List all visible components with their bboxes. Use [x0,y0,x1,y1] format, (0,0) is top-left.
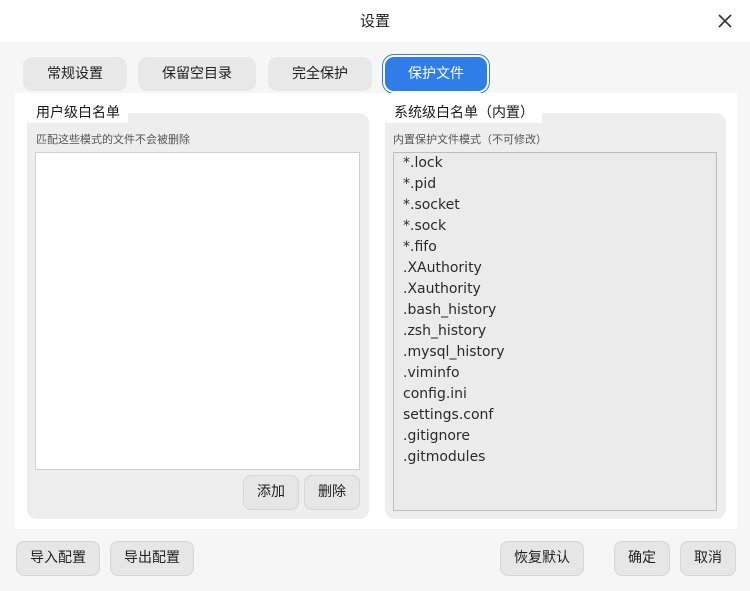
list-item: settings.conf [403,407,494,423]
list-item: .viminfo [403,365,460,381]
list-item: .gitmodules [403,449,486,465]
import-config-button[interactable]: 导入配置 [16,541,100,576]
export-config-button[interactable]: 导出配置 [110,541,194,576]
list-item: *.fifo [403,239,437,255]
list-item: *.socket [403,197,460,213]
system-whitelist-description: 内置保护文件模式（不可修改） [393,133,547,146]
user-whitelist-title: 用户级白名单 [28,103,128,123]
list-item: .zsh_history [403,323,487,339]
system-whitelist-title: 系统级白名单（内置） [386,103,542,123]
close-icon[interactable] [716,12,734,30]
list-item: .bash_history [403,302,497,318]
delete-button[interactable]: 删除 [304,475,360,510]
list-item: .XAuthority [403,260,482,276]
cancel-button[interactable]: 取消 [680,541,736,576]
list-item: *.lock [403,155,443,171]
list-item: *.sock [403,218,447,234]
title-bar: 设置 [0,0,750,42]
tab-general[interactable]: 常规设置 [23,57,127,91]
user-whitelist-list[interactable] [35,152,360,470]
list-item: .gitignore [403,428,470,444]
window-title: 设置 [359,12,390,30]
tab-keep-empty-dirs[interactable]: 保留空目录 [138,57,256,91]
list-item: .mysql_history [403,344,505,360]
settings-dialog: 设置 常规设置 保留空目录 完全保护 保护文件 用户级白名单 匹配这些模式的文件… [0,0,750,591]
restore-defaults-button[interactable]: 恢复默认 [500,541,584,576]
list-item: config.ini [403,386,467,402]
user-whitelist-description: 匹配这些模式的文件不会被删除 [36,133,190,146]
list-item: .Xauthority [403,281,481,297]
ok-button[interactable]: 确定 [614,541,670,576]
list-item: *.pid [403,176,437,192]
system-whitelist-list: *.lock *.pid *.socket *.sock *.fifo .XAu… [393,152,717,511]
tab-protected-files[interactable]: 保护文件 [385,57,487,91]
tab-full-protection[interactable]: 完全保护 [268,57,372,91]
add-button[interactable]: 添加 [243,475,299,510]
